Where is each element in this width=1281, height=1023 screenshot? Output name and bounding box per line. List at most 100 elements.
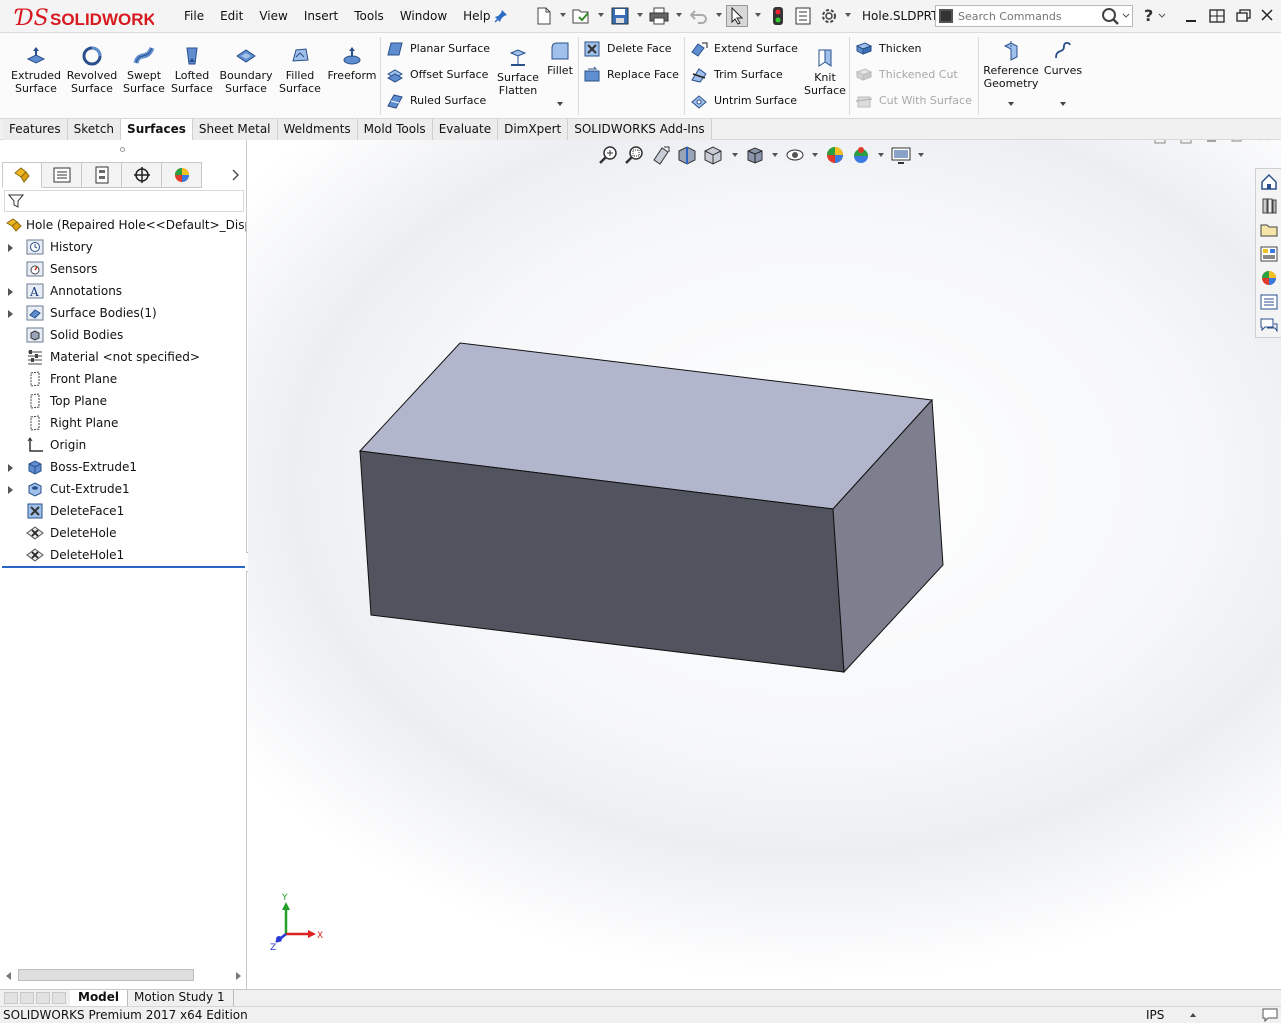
display-manager-tab[interactable] <box>162 162 202 188</box>
tree-item-deletehole[interactable]: DeleteHole <box>0 522 246 544</box>
appearances-scenes-icon[interactable] <box>1258 267 1280 289</box>
section-view-icon[interactable] <box>676 144 698 166</box>
restore-window-icon[interactable] <box>1232 5 1256 27</box>
tree-item-deleteface1[interactable]: DeleteFace1 <box>0 500 246 522</box>
configuration-manager-tab[interactable] <box>82 162 122 188</box>
undo-dropdown-caret[interactable] <box>716 13 722 17</box>
rebuild-icon[interactable] <box>767 5 789 27</box>
scroll-left-icon[interactable] <box>6 972 11 980</box>
freeform-button[interactable]: Freeform <box>324 45 380 82</box>
options-gear-icon[interactable] <box>818 5 840 27</box>
offset-surface-button[interactable]: Offset Surface <box>384 64 488 86</box>
panel-tabs-next-icon[interactable] <box>228 166 242 184</box>
scroll-right-icon[interactable] <box>236 972 241 980</box>
cut-with-surface-button[interactable]: Cut With Surface <box>853 90 972 112</box>
menu-insert[interactable]: Insert <box>296 8 346 26</box>
viewport-minimize-icon[interactable] <box>1202 140 1222 146</box>
menu-edit[interactable]: Edit <box>212 8 251 26</box>
expand-arrow-icon[interactable] <box>8 288 13 296</box>
view-orientation-icon[interactable] <box>702 144 724 166</box>
reference-geometry-dropdown-caret[interactable] <box>1008 102 1014 106</box>
expand-arrow-icon[interactable] <box>8 244 13 252</box>
edit-appearance-icon[interactable] <box>824 144 846 166</box>
rollback-bar[interactable] <box>2 566 245 568</box>
hide-show-dropdown-caret[interactable] <box>812 153 818 157</box>
design-library-icon[interactable] <box>1258 195 1280 217</box>
first-tab-icon[interactable] <box>4 992 18 1004</box>
save-dropdown-caret[interactable] <box>637 13 643 17</box>
tree-item-solid-bodies[interactable]: Solid Bodies <box>0 324 246 346</box>
undo-icon[interactable] <box>688 5 710 27</box>
filled-surface-button[interactable]: Filled Surface <box>272 45 328 95</box>
next-tab-icon[interactable] <box>36 992 50 1004</box>
property-manager-tab[interactable] <box>42 162 82 188</box>
fillet-dropdown-caret[interactable] <box>557 102 563 106</box>
tab-dimxpert[interactable]: DimXpert <box>498 119 569 140</box>
tree-item-history[interactable]: History <box>0 236 246 258</box>
untrim-surface-button[interactable]: Untrim Surface <box>688 90 797 112</box>
view-settings-dropdown-caret[interactable] <box>918 153 924 157</box>
display-style-dropdown-caret[interactable] <box>772 153 778 157</box>
viewport-tile-left-icon[interactable] <box>1150 140 1170 146</box>
tree-item-boss-extrude1[interactable]: Boss-Extrude1 <box>0 456 246 478</box>
open-document-icon[interactable] <box>570 5 592 27</box>
lofted-surface-button[interactable]: Lofted Surface <box>164 45 220 95</box>
replace-face-button[interactable]: Replace Face <box>581 64 679 86</box>
options-dropdown-caret[interactable] <box>845 13 851 17</box>
apply-scene-dropdown-caret[interactable] <box>878 153 884 157</box>
tree-item-top-plane[interactable]: Top Plane <box>0 390 246 412</box>
viewport-tile-right-icon[interactable] <box>1176 140 1196 146</box>
tree-horizontal-scrollbar[interactable] <box>4 967 244 984</box>
panel-grip-handle[interactable] <box>120 147 125 152</box>
revolved-surface-button[interactable]: Revolved Surface <box>64 45 120 95</box>
tab-sketch[interactable]: Sketch <box>67 119 122 140</box>
file-properties-icon[interactable] <box>792 5 814 27</box>
menu-view[interactable]: View <box>251 8 295 26</box>
tab-surfaces[interactable]: Surfaces <box>121 119 193 140</box>
model-view[interactable] <box>248 140 1281 990</box>
pin-icon[interactable] <box>490 5 512 27</box>
help-icon[interactable]: ? <box>1140 5 1166 27</box>
tree-item-material[interactable]: Material <not specified> <box>0 346 246 368</box>
planar-surface-button[interactable]: Planar Surface <box>384 38 490 60</box>
expand-arrow-icon[interactable] <box>8 464 13 472</box>
scrollbar-thumb[interactable] <box>18 969 194 981</box>
tab-motion-study-1[interactable]: Motion Study 1 <box>126 990 234 1007</box>
forum-icon[interactable] <box>1258 315 1280 337</box>
surface-flatten-button[interactable]: Surface Flatten <box>492 47 544 97</box>
tab-mold-tools[interactable]: Mold Tools <box>357 119 433 140</box>
solidworks-resources-icon[interactable] <box>1258 171 1280 193</box>
tree-item-surface-bodies[interactable]: Surface Bodies(1) <box>0 302 246 324</box>
viewport-restore-icon[interactable] <box>1228 140 1248 146</box>
save-icon[interactable] <box>609 5 631 27</box>
tab-solidworks-add-ins[interactable]: SOLIDWORKS Add-Ins <box>568 119 712 140</box>
tree-filter[interactable] <box>4 190 244 212</box>
view-orientation-dropdown-caret[interactable] <box>732 153 738 157</box>
tab-evaluate[interactable]: Evaluate <box>432 119 499 140</box>
tab-scroll-arrows[interactable] <box>4 992 68 1005</box>
graphics-area[interactable]: Y X Z <box>248 140 1281 990</box>
tree-item-right-plane[interactable]: Right Plane <box>0 412 246 434</box>
curves-dropdown-caret[interactable] <box>1060 102 1066 106</box>
units-dropdown-caret[interactable] <box>1190 1013 1196 1017</box>
open-dropdown-caret[interactable] <box>598 13 604 17</box>
tab-sheet-metal[interactable]: Sheet Metal <box>192 119 278 140</box>
tab-model[interactable]: Model <box>70 990 129 1007</box>
search-input[interactable] <box>958 8 1098 24</box>
boundary-surface-button[interactable]: Boundary Surface <box>218 45 274 95</box>
select-dropdown-caret[interactable] <box>755 13 761 17</box>
tree-item-front-plane[interactable]: Front Plane <box>0 368 246 390</box>
curves-button[interactable]: Curves <box>1038 40 1088 77</box>
search-commands-box[interactable] <box>935 5 1133 27</box>
feature-manager-tab[interactable] <box>2 162 42 188</box>
tab-weldments[interactable]: Weldments <box>277 119 358 140</box>
dimxpert-manager-tab[interactable] <box>122 162 162 188</box>
custom-properties-icon[interactable] <box>1258 291 1280 313</box>
apply-scene-icon[interactable] <box>850 144 872 166</box>
tree-item-deletehole1[interactable]: DeleteHole1 <box>0 544 246 566</box>
zoom-to-area-icon[interactable] <box>624 144 646 166</box>
menu-tools[interactable]: Tools <box>346 8 392 26</box>
fillet-button[interactable]: Fillet <box>540 40 580 77</box>
menu-window[interactable]: Window <box>392 8 455 26</box>
search-button[interactable] <box>1101 7 1131 25</box>
